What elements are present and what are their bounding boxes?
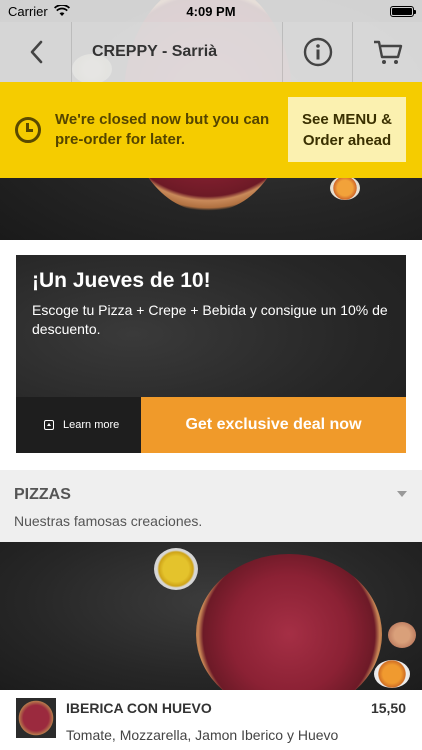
closed-message: We're closed now but you can pre-order f…	[55, 111, 270, 148]
back-chevron-icon	[30, 40, 42, 64]
clock-icon	[15, 117, 41, 143]
hero-egg	[330, 176, 360, 200]
cart-icon	[373, 40, 402, 64]
product-ingredients: Tomate, Mozzarella, Jamon Iberico y Huev…	[66, 727, 339, 743]
product-price: 15,50	[370, 700, 406, 716]
carrier-label: Carrier	[8, 3, 48, 19]
product-row[interactable]: IBERICA CON HUEVO 15,50 Tomate, Mozzarel…	[0, 690, 422, 750]
product-name: IBERICA CON HUEVO	[66, 700, 212, 716]
wifi-icon	[53, 5, 70, 16]
battery-icon	[390, 5, 416, 17]
cart-button[interactable]	[352, 22, 422, 82]
egg-shell	[388, 622, 416, 648]
info-button[interactable]	[282, 22, 352, 82]
see-menu-button[interactable]: See MENU & Order ahead	[288, 97, 406, 162]
get-deal-button[interactable]: Get exclusive deal now	[141, 397, 406, 453]
category-description: Nuestras famosas creaciones.	[14, 513, 203, 529]
category-image	[0, 542, 422, 690]
navigation-bar: CREPPY - Sarrià	[0, 22, 422, 82]
oil-bowl	[154, 548, 198, 590]
promo-card: ¡Un Jueves de 10! Escoge tu Pizza + Crep…	[16, 255, 406, 453]
info-icon	[303, 37, 332, 67]
closed-banner: We're closed now but you can pre-order f…	[0, 82, 422, 178]
category-pizza	[196, 554, 382, 690]
category-name: PIZZAS	[14, 486, 71, 503]
promo-description: Escoge tu Pizza + Crepe + Bebida y consi…	[32, 302, 388, 337]
promo-title: ¡Un Jueves de 10!	[32, 269, 211, 292]
learn-more-icon	[44, 420, 54, 430]
status-bar: Carrier 4:09 PM	[0, 0, 422, 22]
chevron-down-icon	[397, 491, 407, 497]
egg-yolk	[374, 660, 410, 688]
category-header-pizzas[interactable]: PIZZAS Nuestras famosas creaciones.	[0, 470, 422, 542]
learn-more-button[interactable]: Learn more	[16, 397, 141, 453]
product-thumbnail	[16, 698, 56, 738]
back-button[interactable]	[0, 22, 72, 82]
learn-more-label: Learn more	[63, 419, 120, 431]
restaurant-title: CREPPY - Sarrià	[92, 43, 218, 60]
